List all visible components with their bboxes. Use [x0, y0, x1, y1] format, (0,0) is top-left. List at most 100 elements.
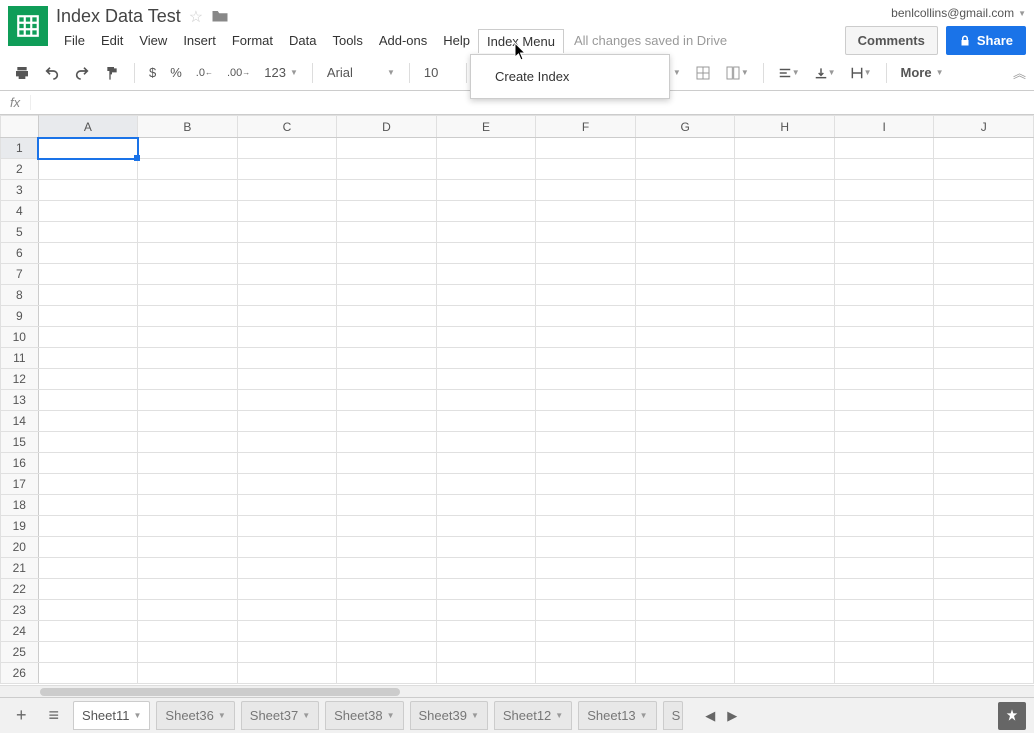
column-header-B[interactable]: B: [138, 116, 238, 138]
cell-J20[interactable]: [934, 537, 1034, 558]
cell-H8[interactable]: [735, 285, 835, 306]
cell-C18[interactable]: [237, 495, 337, 516]
cell-F17[interactable]: [536, 474, 636, 495]
cell-B20[interactable]: [138, 537, 238, 558]
comments-button[interactable]: Comments: [845, 26, 938, 55]
cell-H26[interactable]: [735, 663, 835, 684]
cell-E5[interactable]: [436, 222, 536, 243]
cell-A3[interactable]: [38, 180, 138, 201]
column-header-G[interactable]: G: [635, 116, 735, 138]
row-header-24[interactable]: 24: [1, 621, 39, 642]
cell-C14[interactable]: [237, 411, 337, 432]
cell-G3[interactable]: [635, 180, 735, 201]
cell-H9[interactable]: [735, 306, 835, 327]
cell-H2[interactable]: [735, 159, 835, 180]
row-header-22[interactable]: 22: [1, 579, 39, 600]
vertical-align-button[interactable]: ▼: [808, 62, 842, 84]
cell-F14[interactable]: [536, 411, 636, 432]
cell-A20[interactable]: [38, 537, 138, 558]
cell-I16[interactable]: [834, 453, 933, 474]
cell-E21[interactable]: [436, 558, 536, 579]
cell-F15[interactable]: [536, 432, 636, 453]
cell-I13[interactable]: [834, 390, 933, 411]
decrease-decimal-button[interactable]: .0←: [190, 63, 219, 83]
increase-decimal-button[interactable]: .00→: [221, 63, 256, 83]
cell-G18[interactable]: [635, 495, 735, 516]
cell-E3[interactable]: [436, 180, 536, 201]
cell-B21[interactable]: [138, 558, 238, 579]
cell-G16[interactable]: [635, 453, 735, 474]
cell-H15[interactable]: [735, 432, 835, 453]
cell-J16[interactable]: [934, 453, 1034, 474]
redo-button[interactable]: [68, 61, 96, 85]
account-caret-icon[interactable]: ▼: [1018, 9, 1026, 18]
row-header-12[interactable]: 12: [1, 369, 39, 390]
row-header-1[interactable]: 1: [1, 138, 39, 159]
cell-B10[interactable]: [138, 327, 238, 348]
cell-H22[interactable]: [735, 579, 835, 600]
cell-A1[interactable]: [38, 138, 138, 159]
cell-I7[interactable]: [834, 264, 933, 285]
cell-A7[interactable]: [38, 264, 138, 285]
sheet-tab-partial[interactable]: S: [663, 701, 684, 730]
cell-F18[interactable]: [536, 495, 636, 516]
row-header-19[interactable]: 19: [1, 516, 39, 537]
cell-B17[interactable]: [138, 474, 238, 495]
share-button[interactable]: Share: [946, 26, 1026, 55]
cell-F8[interactable]: [536, 285, 636, 306]
text-wrap-button[interactable]: ▼: [844, 62, 878, 84]
row-header-4[interactable]: 4: [1, 201, 39, 222]
cell-H19[interactable]: [735, 516, 835, 537]
cell-C21[interactable]: [237, 558, 337, 579]
cell-H20[interactable]: [735, 537, 835, 558]
cell-A9[interactable]: [38, 306, 138, 327]
cell-D5[interactable]: [337, 222, 437, 243]
cell-H13[interactable]: [735, 390, 835, 411]
cell-E2[interactable]: [436, 159, 536, 180]
cell-A11[interactable]: [38, 348, 138, 369]
cell-A18[interactable]: [38, 495, 138, 516]
cell-A24[interactable]: [38, 621, 138, 642]
currency-button[interactable]: $: [143, 61, 162, 84]
cell-D26[interactable]: [337, 663, 437, 684]
account-email[interactable]: benlcollins@gmail.com: [891, 6, 1014, 20]
cell-A6[interactable]: [38, 243, 138, 264]
cell-I11[interactable]: [834, 348, 933, 369]
cell-G25[interactable]: [635, 642, 735, 663]
collapse-toolbar-button[interactable]: ︽: [1013, 63, 1026, 82]
cell-C8[interactable]: [237, 285, 337, 306]
cell-F12[interactable]: [536, 369, 636, 390]
cell-E19[interactable]: [436, 516, 536, 537]
cell-J2[interactable]: [934, 159, 1034, 180]
cell-G13[interactable]: [635, 390, 735, 411]
cell-A8[interactable]: [38, 285, 138, 306]
cell-F11[interactable]: [536, 348, 636, 369]
row-header-23[interactable]: 23: [1, 600, 39, 621]
cell-G9[interactable]: [635, 306, 735, 327]
cell-E4[interactable]: [436, 201, 536, 222]
cell-G14[interactable]: [635, 411, 735, 432]
percent-button[interactable]: %: [164, 61, 188, 84]
cell-E9[interactable]: [436, 306, 536, 327]
cell-H1[interactable]: [735, 138, 835, 159]
cell-D10[interactable]: [337, 327, 437, 348]
cell-G17[interactable]: [635, 474, 735, 495]
cell-D11[interactable]: [337, 348, 437, 369]
menu-index-menu[interactable]: Index Menu: [478, 29, 564, 53]
row-header-25[interactable]: 25: [1, 642, 39, 663]
cell-E23[interactable]: [436, 600, 536, 621]
cell-G12[interactable]: [635, 369, 735, 390]
cell-D14[interactable]: [337, 411, 437, 432]
cell-B4[interactable]: [138, 201, 238, 222]
sheet-tab-caret-icon[interactable]: ▼: [134, 711, 142, 720]
cell-D18[interactable]: [337, 495, 437, 516]
cell-I25[interactable]: [834, 642, 933, 663]
cell-E15[interactable]: [436, 432, 536, 453]
cell-J19[interactable]: [934, 516, 1034, 537]
merge-button[interactable]: ▼: [719, 61, 755, 85]
cell-C13[interactable]: [237, 390, 337, 411]
cell-E14[interactable]: [436, 411, 536, 432]
cell-F9[interactable]: [536, 306, 636, 327]
row-header-15[interactable]: 15: [1, 432, 39, 453]
cell-G5[interactable]: [635, 222, 735, 243]
